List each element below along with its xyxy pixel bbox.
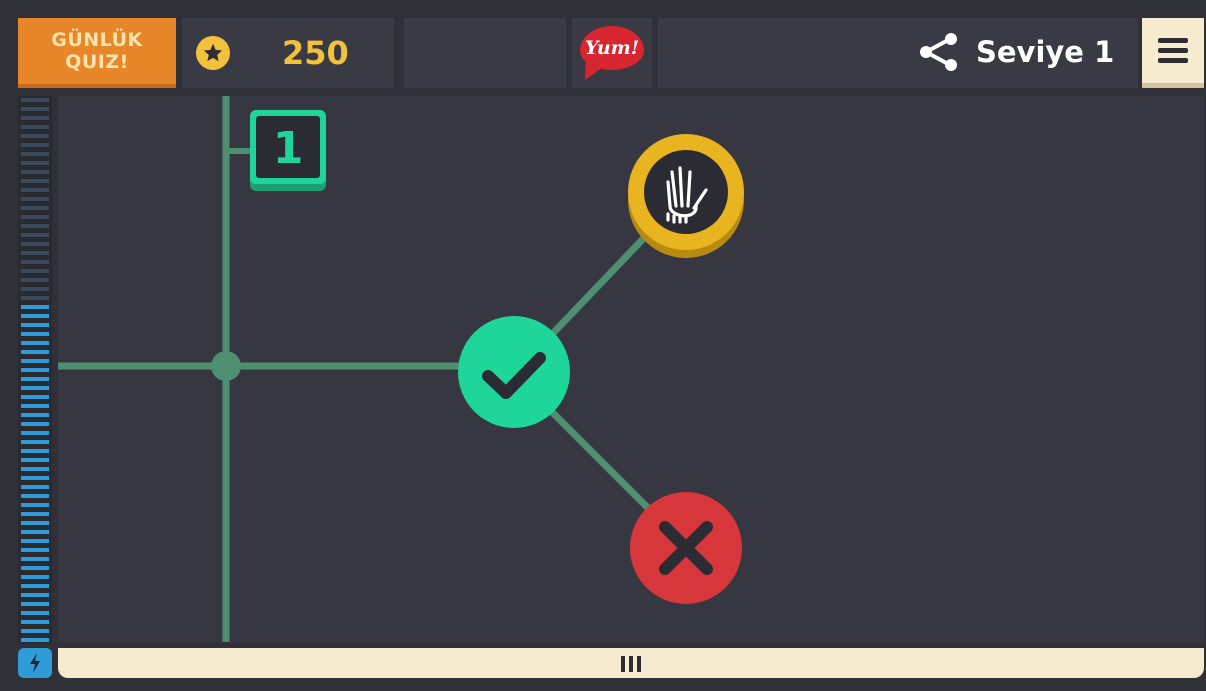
energy-segment	[21, 485, 49, 489]
energy-segment	[21, 440, 49, 444]
energy-segment	[21, 314, 49, 318]
coin-counter: 250	[182, 18, 394, 88]
energy-segment	[21, 593, 49, 597]
junction-node	[211, 351, 241, 381]
energy-segment	[21, 188, 49, 192]
energy-segment	[21, 287, 49, 291]
energy-segment	[21, 143, 49, 147]
cross-node[interactable]	[630, 492, 742, 604]
yum-logo-text: Yum!	[584, 37, 640, 59]
energy-segment	[21, 269, 49, 273]
energy-segment	[21, 557, 49, 561]
coin-value: 250	[282, 34, 349, 72]
energy-segment	[21, 476, 49, 480]
energy-segment	[21, 386, 49, 390]
energy-segment	[21, 404, 49, 408]
energy-segment	[21, 449, 49, 453]
energy-segment	[21, 431, 49, 435]
energy-segment	[21, 206, 49, 210]
check-node[interactable]	[458, 316, 570, 428]
energy-segment	[21, 350, 49, 354]
lightning-icon	[18, 648, 52, 678]
top-bar: GÜNLÜK QUIZ! 250 Yum! Seviye 1	[18, 16, 1204, 90]
energy-segment	[21, 116, 49, 120]
energy-segment	[21, 251, 49, 255]
energy-segment	[21, 602, 49, 606]
energy-segment	[21, 530, 49, 534]
energy-segment	[21, 512, 49, 516]
daily-quiz-label: GÜNLÜK QUIZ!	[51, 29, 143, 73]
empty-panel	[404, 18, 566, 88]
energy-segment	[21, 566, 49, 570]
level-panel: Seviye 1	[658, 18, 1138, 88]
energy-segment	[21, 458, 49, 462]
energy-segment	[21, 170, 49, 174]
game-screen: GÜNLÜK QUIZ! 250 Yum! Seviye 1 1	[0, 0, 1206, 691]
energy-segment	[21, 413, 49, 417]
energy-segment	[21, 179, 49, 183]
energy-segment	[21, 629, 49, 633]
energy-segment	[21, 377, 49, 381]
energy-segment	[21, 107, 49, 111]
level-label: Seviye 1	[976, 35, 1115, 69]
energy-segment	[21, 323, 49, 327]
level-marker[interactable]: 1	[250, 110, 326, 191]
energy-segment	[21, 278, 49, 282]
energy-segment	[21, 494, 49, 498]
energy-segment	[21, 611, 49, 615]
energy-segment	[21, 503, 49, 507]
energy-segment	[21, 161, 49, 165]
energy-segment	[21, 395, 49, 399]
energy-segment	[21, 125, 49, 129]
energy-segment	[21, 341, 49, 345]
energy-segment	[21, 467, 49, 471]
energy-segment	[21, 422, 49, 426]
game-board: 1	[58, 96, 1204, 642]
energy-meter	[18, 96, 52, 644]
energy-segment	[21, 332, 49, 336]
energy-segment	[21, 98, 49, 102]
star-coin-icon	[196, 36, 230, 70]
energy-segment	[21, 224, 49, 228]
menu-button[interactable]	[1142, 18, 1204, 88]
energy-segment	[21, 584, 49, 588]
energy-segment	[21, 548, 49, 552]
yum-logo: Yum!	[580, 26, 644, 70]
energy-segment	[21, 260, 49, 264]
energy-segment	[21, 134, 49, 138]
sponsor-logo[interactable]: Yum!	[572, 18, 652, 88]
bottom-drawer-bar[interactable]	[58, 648, 1204, 678]
share-icon[interactable]	[918, 32, 962, 76]
energy-segment	[21, 575, 49, 579]
daily-quiz-button[interactable]: GÜNLÜK QUIZ!	[18, 18, 176, 88]
drawer-handle-icon[interactable]	[621, 656, 641, 672]
energy-segment	[21, 359, 49, 363]
energy-segment	[21, 368, 49, 372]
menu-icon	[1158, 38, 1188, 43]
energy-segment	[21, 638, 49, 642]
energy-segment	[21, 215, 49, 219]
energy-segment	[21, 233, 49, 237]
energy-segment	[21, 197, 49, 201]
energy-segment	[21, 242, 49, 246]
energy-segment	[21, 305, 49, 309]
level-marker-number: 1	[273, 123, 304, 174]
energy-segment	[21, 620, 49, 624]
energy-segment	[21, 539, 49, 543]
board-graph: 1	[58, 96, 744, 642]
energy-segment	[21, 152, 49, 156]
energy-segment	[21, 296, 49, 300]
energy-segment	[21, 521, 49, 525]
hand-node[interactable]	[628, 134, 744, 258]
